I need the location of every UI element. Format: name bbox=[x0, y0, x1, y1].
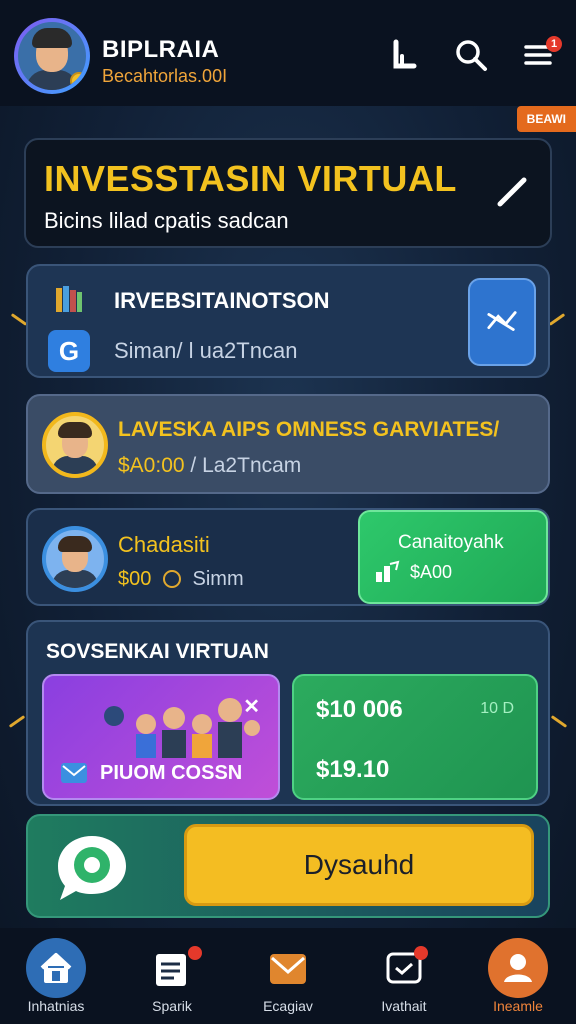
stats-icon[interactable] bbox=[388, 38, 422, 72]
offer-card[interactable]: LAVESKA AIPS OMNESS GARVIATES/ $A0:00 / … bbox=[26, 394, 550, 494]
notification-badge: 1 bbox=[546, 36, 562, 52]
nav-item-ecagiav[interactable]: Ecagiav bbox=[238, 928, 338, 1024]
avatar bbox=[42, 526, 108, 592]
balance-primary: $10 006 bbox=[316, 696, 403, 723]
primary-action-button[interactable]: Dysauhd bbox=[184, 824, 534, 906]
new-tag: BEAWI bbox=[516, 106, 576, 132]
card-label: IRVEBSITAINOTSON bbox=[114, 288, 330, 313]
profile-card[interactable]: Chadasiti $00 Simm Canaitoyahk $A00 bbox=[26, 508, 550, 606]
promo-card[interactable]: ✕ PIUOM COSSN bbox=[42, 674, 280, 800]
nav-badge bbox=[188, 946, 202, 960]
avatar bbox=[42, 412, 108, 478]
title-card: INVESSTASIN VIRTUAL Bicins lilad cpatis … bbox=[24, 138, 552, 248]
app-header: BIPLRAIA Becahtorlas.00I 1 bbox=[0, 0, 576, 106]
chat-icon[interactable] bbox=[52, 830, 132, 906]
app-subtitle: Becahtorlas.00I bbox=[102, 66, 228, 86]
section-title: SOVSENKAI VIRTUAN bbox=[46, 640, 269, 663]
shuffle-button[interactable] bbox=[468, 278, 536, 366]
cta-button[interactable]: Canaitoyahk $A00 bbox=[358, 510, 548, 604]
profile-amount-line: $00 Simm bbox=[118, 568, 244, 590]
nav-item-ivathait[interactable]: Ivathait bbox=[354, 928, 454, 1024]
edit-icon[interactable] bbox=[492, 172, 532, 212]
nav-item-sparik[interactable]: Sparik bbox=[122, 928, 222, 1024]
mail-icon bbox=[60, 762, 88, 784]
investment-card[interactable]: IRVEBSITAINOTSON G Siman/ l ua2Tncan bbox=[26, 264, 550, 378]
app-brand: BIPLRAIA bbox=[102, 36, 220, 63]
promo-label: PIUOM COSSN bbox=[100, 762, 243, 784]
g-logo-icon: G bbox=[48, 330, 90, 372]
coin-icon bbox=[162, 570, 181, 588]
offer-amount-line: $A0:00 / La2Tncam bbox=[118, 454, 302, 477]
virtual-section: SOVSENKAI VIRTUAN ✕ PIUOM COSSN $10 006 … bbox=[26, 620, 550, 806]
nav-item-home[interactable]: Inhatnias bbox=[6, 928, 106, 1024]
chart-icon bbox=[374, 560, 400, 584]
offer-title: LAVESKA AIPS OMNESS GARVIATES/ bbox=[118, 418, 500, 441]
shuffle-icon bbox=[487, 311, 517, 331]
coin-icon bbox=[70, 72, 86, 90]
home-icon bbox=[26, 938, 86, 998]
books-icon bbox=[54, 284, 84, 314]
profile-icon bbox=[488, 938, 548, 998]
balance-tag: 10 D bbox=[480, 700, 514, 717]
avatar[interactable] bbox=[14, 18, 90, 94]
mail-icon bbox=[258, 938, 318, 998]
card-subtitle: Siman/ l ua2Tncan bbox=[114, 338, 298, 363]
balance-card[interactable]: $10 006 10 D $19.10 bbox=[292, 674, 538, 800]
profile-name: Chadasiti bbox=[118, 532, 210, 557]
bottom-navigation: Inhatnias Sparik Ecagiav Ivathait Ineaml… bbox=[0, 928, 576, 1024]
balance-secondary: $19.10 bbox=[316, 756, 390, 783]
nav-item-ineamle[interactable]: Ineamle bbox=[468, 928, 568, 1024]
page-subtitle: Bicins lilad cpatis sadcan bbox=[44, 208, 289, 233]
action-row: Dysauhd bbox=[26, 814, 550, 918]
nav-badge bbox=[414, 946, 428, 960]
search-icon[interactable] bbox=[454, 38, 488, 72]
close-icon[interactable]: ✕ bbox=[243, 694, 260, 719]
page-title: INVESSTASIN VIRTUAL bbox=[44, 158, 457, 199]
group-illustration-icon bbox=[104, 698, 260, 758]
